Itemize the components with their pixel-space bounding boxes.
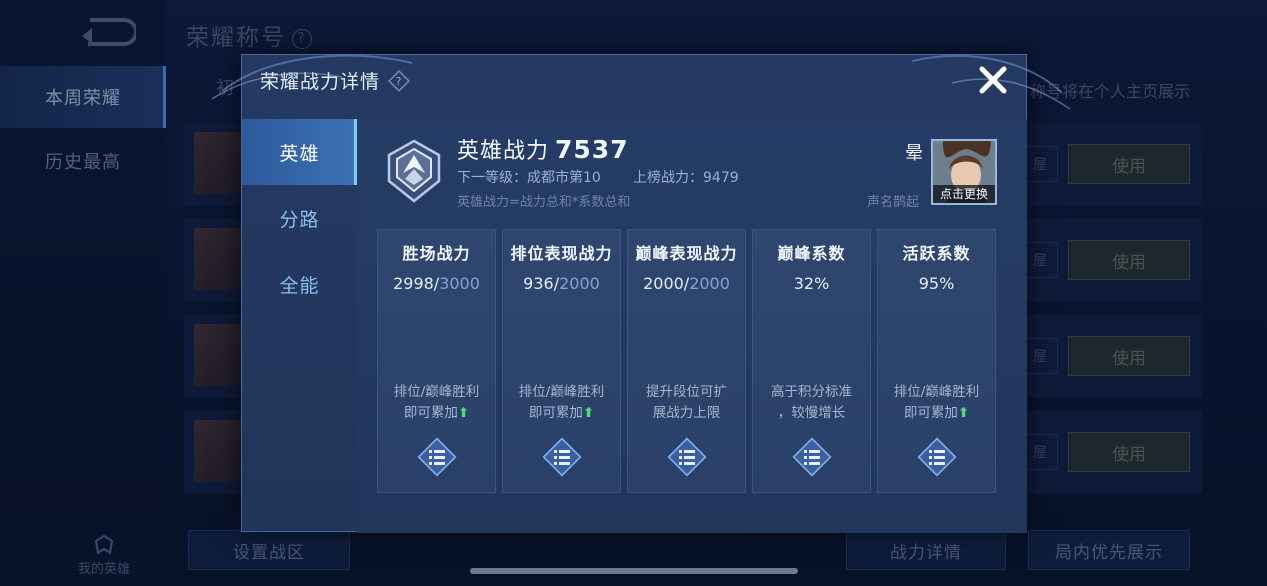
list-detail-icon[interactable]	[916, 436, 958, 478]
tab-hero[interactable]: 英雄	[242, 119, 357, 185]
activity-coefficient-card: 活跃系数 95% 排位/巅峰胜利 即可累加⬆	[877, 229, 996, 493]
help-icon[interactable]: ?	[388, 69, 411, 92]
tab-label: 全能	[279, 274, 320, 297]
next-level-text: 下一等级：成都市第10	[457, 170, 601, 186]
list-detail-icon[interactable]	[416, 436, 458, 478]
card-description: 高于积分标准 ，较慢增长	[753, 382, 870, 424]
card-title: 巅峰系数	[777, 244, 846, 263]
hero-power: 英雄战力 7537	[457, 133, 629, 165]
close-icon[interactable]	[976, 63, 1010, 97]
description-line: 即可累加⬆	[886, 403, 987, 424]
up-arrow-icon: ⬆	[582, 405, 595, 421]
category-tabs: 英雄 分路 全能	[242, 119, 357, 317]
hero-power-label: 英雄战力	[457, 139, 550, 164]
card-title: 活跃系数	[902, 244, 971, 263]
tab-lane[interactable]: 分路	[242, 185, 357, 251]
tab-all-round[interactable]: 全能	[242, 251, 357, 317]
power-detail-panel: 英雄战力 7537 下一等级：成都市第10 上榜战力：9479 英雄战力=战力总和…	[357, 119, 1027, 533]
formula-text: 英雄战力=战力总和*系数总和	[457, 195, 631, 210]
svg-text:?: ?	[396, 75, 403, 88]
hero-power-value: 7537	[555, 135, 629, 164]
description-line: 排位/巅峰胜利	[393, 384, 480, 400]
current-value: 32%	[793, 274, 830, 293]
card-description: 排位/巅峰胜利 即可累加⬆	[878, 382, 995, 424]
dialog-title-text: 荣耀战力详情	[260, 71, 381, 93]
max-value: 2000	[559, 274, 600, 293]
power-cards: 胜场战力 2998/3000 排位/巅峰胜利 即可累加⬆ 排位表现战力 936/…	[377, 229, 996, 493]
card-description: 排位/巅峰胜利 即可累加⬆	[503, 382, 620, 424]
screen: 本周荣耀 历史最高 我的英雄 荣耀称号? 初 称号将在个人主页展示 屋 使用 屋…	[0, 0, 1267, 586]
home-indicator[interactable]	[470, 568, 798, 574]
card-value: 2998/3000	[393, 274, 480, 293]
tab-label: 分路	[279, 208, 320, 231]
change-avatar-label: 点击更换	[933, 185, 995, 203]
rank-badge-icon	[387, 139, 441, 203]
description-line: 即可累加⬆	[386, 403, 487, 424]
description-line: 高于积分标准	[771, 384, 852, 400]
rank-power-text: 上榜战力：9479	[633, 170, 739, 186]
player-name: 晕	[905, 143, 923, 164]
list-detail-icon[interactable]	[791, 436, 833, 478]
card-value: 95%	[878, 274, 995, 293]
dialog-title: 荣耀战力详情 ?	[260, 67, 411, 94]
current-value: 2000	[643, 274, 684, 293]
max-value: 2000	[689, 274, 730, 293]
player-honor-title: 声名鹊起	[867, 195, 920, 210]
win-power-card: 胜场战力 2998/3000 排位/巅峰胜利 即可累加⬆	[377, 229, 496, 493]
description-line: 提升段位可扩	[646, 384, 727, 400]
card-description: 排位/巅峰胜利 即可累加⬆	[378, 382, 495, 424]
power-detail-dialog: 荣耀战力详情 ? 英雄 分路 全能 英雄战力 7537 下一等级：成都市第10 …	[212, 54, 1071, 533]
card-title: 巅峰表现战力	[635, 244, 738, 263]
card-value: 32%	[753, 274, 870, 293]
card-description: 提升段位可扩 展战力上限	[628, 382, 745, 424]
up-arrow-icon: ⬆	[957, 405, 970, 421]
current-value: 936	[523, 274, 554, 293]
description-line: 即可累加⬆	[511, 403, 612, 424]
description-line: 排位/巅峰胜利	[893, 384, 980, 400]
description-line: 展战力上限	[652, 405, 721, 421]
tab-label: 英雄	[279, 142, 320, 165]
card-title: 胜场战力	[402, 244, 471, 263]
max-value: 3000	[439, 274, 480, 293]
peak-performance-card: 巅峰表现战力 2000/2000 提升段位可扩 展战力上限	[627, 229, 746, 493]
current-value: 2998	[393, 274, 434, 293]
card-title: 排位表现战力	[510, 244, 613, 263]
up-arrow-icon: ⬆	[457, 405, 470, 421]
peak-coefficient-card: 巅峰系数 32% 高于积分标准 ，较慢增长	[752, 229, 871, 493]
list-detail-icon[interactable]	[666, 436, 708, 478]
description-line: ，较慢增长	[777, 405, 846, 421]
list-detail-icon[interactable]	[541, 436, 583, 478]
description-text: 即可累加	[403, 405, 458, 421]
card-value: 2000/2000	[643, 274, 730, 293]
description-line: 排位/巅峰胜利	[518, 384, 605, 400]
ranked-performance-card: 排位表现战力 936/2000 排位/巅峰胜利 即可累加⬆	[502, 229, 621, 493]
current-value: 95%	[918, 274, 955, 293]
avatar[interactable]: 点击更换	[931, 139, 997, 205]
description-text: 即可累加	[528, 405, 583, 421]
description-text: 即可累加	[903, 405, 958, 421]
card-value: 936/2000	[523, 274, 600, 293]
